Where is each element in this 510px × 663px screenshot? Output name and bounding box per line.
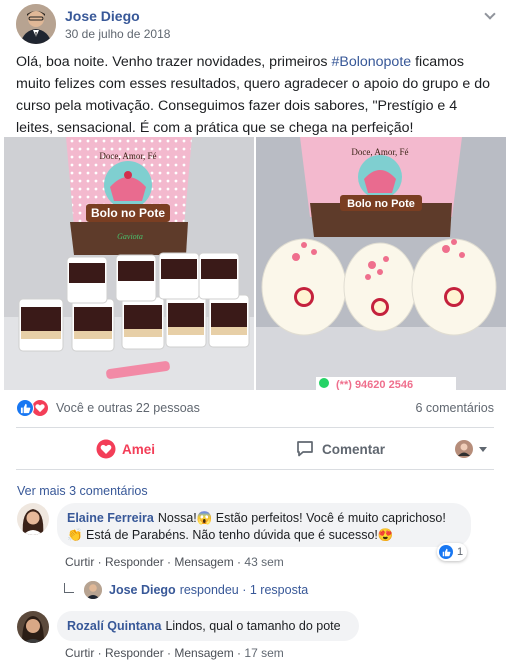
post-options-chevron-icon[interactable] (484, 8, 496, 20)
like-icon (439, 545, 453, 559)
commenter-avatar[interactable] (17, 611, 49, 643)
comment-bubble: Rozalí Quintana Lindos, qual o tamanho do… (57, 611, 359, 641)
reply-author-avatar (84, 581, 102, 599)
replies-summary-link[interactable]: Jose Diego respondeu · 1 resposta (64, 580, 308, 600)
like-reaction-icon (16, 399, 34, 417)
post-actions: Amei Comentar (16, 434, 494, 464)
comments-count-link[interactable]: 6 comentários (415, 401, 494, 415)
comment-action-links[interactable]: Curtir · Responder · Mensagem · (65, 555, 244, 569)
post-photo-left[interactable]: Doce, Amor, Fé Bolo no Pote Gaviota (4, 137, 254, 390)
comment-bubble-icon (297, 441, 313, 457)
divider (16, 469, 494, 470)
comment-text-line1: Nossa!😱 Estão perfeitos! Você é muito ca… (157, 511, 446, 525)
reply-summary-text[interactable]: respondeu · 1 resposta (180, 583, 309, 597)
reactions-summary-text[interactable]: Você e outras 22 pessoas (56, 401, 200, 415)
right-phone-number: (**) 94620 2546 (336, 379, 413, 390)
post-date[interactable]: 30 de julho de 2018 (65, 27, 170, 41)
love-reaction-button[interactable]: Amei (96, 434, 155, 464)
post-header: Jose Diego 30 de julho de 2018 (16, 4, 500, 44)
comment-timestamp[interactable]: 17 sem (244, 646, 283, 660)
right-sign-brand: Bolo no Pote (347, 198, 415, 210)
comment-text-line1: Lindos, qual o tamanho do pote (165, 619, 341, 633)
post-author-name[interactable]: Jose Diego (65, 8, 140, 24)
heart-icon (96, 439, 116, 459)
comment-text-line2: 👏 Está de Parabéns. Não tenho dúvida que… (67, 528, 394, 542)
comment-button-label: Comentar (322, 441, 386, 457)
comment-actions: Curtir · Responder · Mensagem · 17 sem (65, 646, 284, 660)
dropdown-triangle-icon (479, 447, 487, 452)
author-avatar[interactable] (16, 4, 56, 44)
view-more-comments-link[interactable]: Ver mais 3 comentários (17, 484, 148, 498)
left-sign-small: Gaviota (117, 232, 143, 241)
comment-like-count: 1 (457, 546, 464, 558)
post-photo-right[interactable]: Doce, Amor, Fé Bolo no Pote (**) 94620 2… (256, 137, 506, 390)
post-text: Olá, boa noite. Venho trazer novidades, … (16, 51, 496, 139)
comment-actions: Curtir · Responder · Mensagem · 43 sem (65, 555, 284, 569)
comment-author[interactable]: Elaine Ferreira (67, 511, 154, 525)
comment-bubble: Elaine Ferreira Nossa!😱 Estão perfeitos! … (57, 503, 471, 547)
comment-button[interactable]: Comentar (296, 434, 385, 464)
commenter-avatar[interactable] (17, 503, 49, 535)
reply-author-name[interactable]: Jose Diego (109, 583, 176, 597)
comment-timestamp[interactable]: 43 sem (244, 555, 283, 569)
comment-author[interactable]: Rozalí Quintana (67, 619, 161, 633)
comment-action-links[interactable]: Curtir · Responder · Mensagem · (65, 646, 244, 660)
post-hashtag-link[interactable]: #Bolonopote (331, 54, 411, 70)
comment-like-badge[interactable]: 1 (437, 543, 468, 561)
reply-arrow-icon (64, 582, 74, 593)
reaction-profile-selector[interactable] (455, 434, 489, 464)
reactions-summary[interactable]: Você e outras 22 pessoas 6 comentários (16, 398, 494, 418)
profile-avatar-icon (455, 440, 473, 458)
divider (16, 427, 494, 428)
right-sign-tagline: Doce, Amor, Fé (351, 147, 408, 157)
left-sign-brand: Bolo no Pote (91, 206, 165, 220)
love-button-label: Amei (122, 441, 156, 457)
post-text-before: Olá, boa noite. Venho trazer novidades, … (16, 54, 332, 70)
left-sign-tagline: Doce, Amor, Fé (99, 151, 156, 161)
